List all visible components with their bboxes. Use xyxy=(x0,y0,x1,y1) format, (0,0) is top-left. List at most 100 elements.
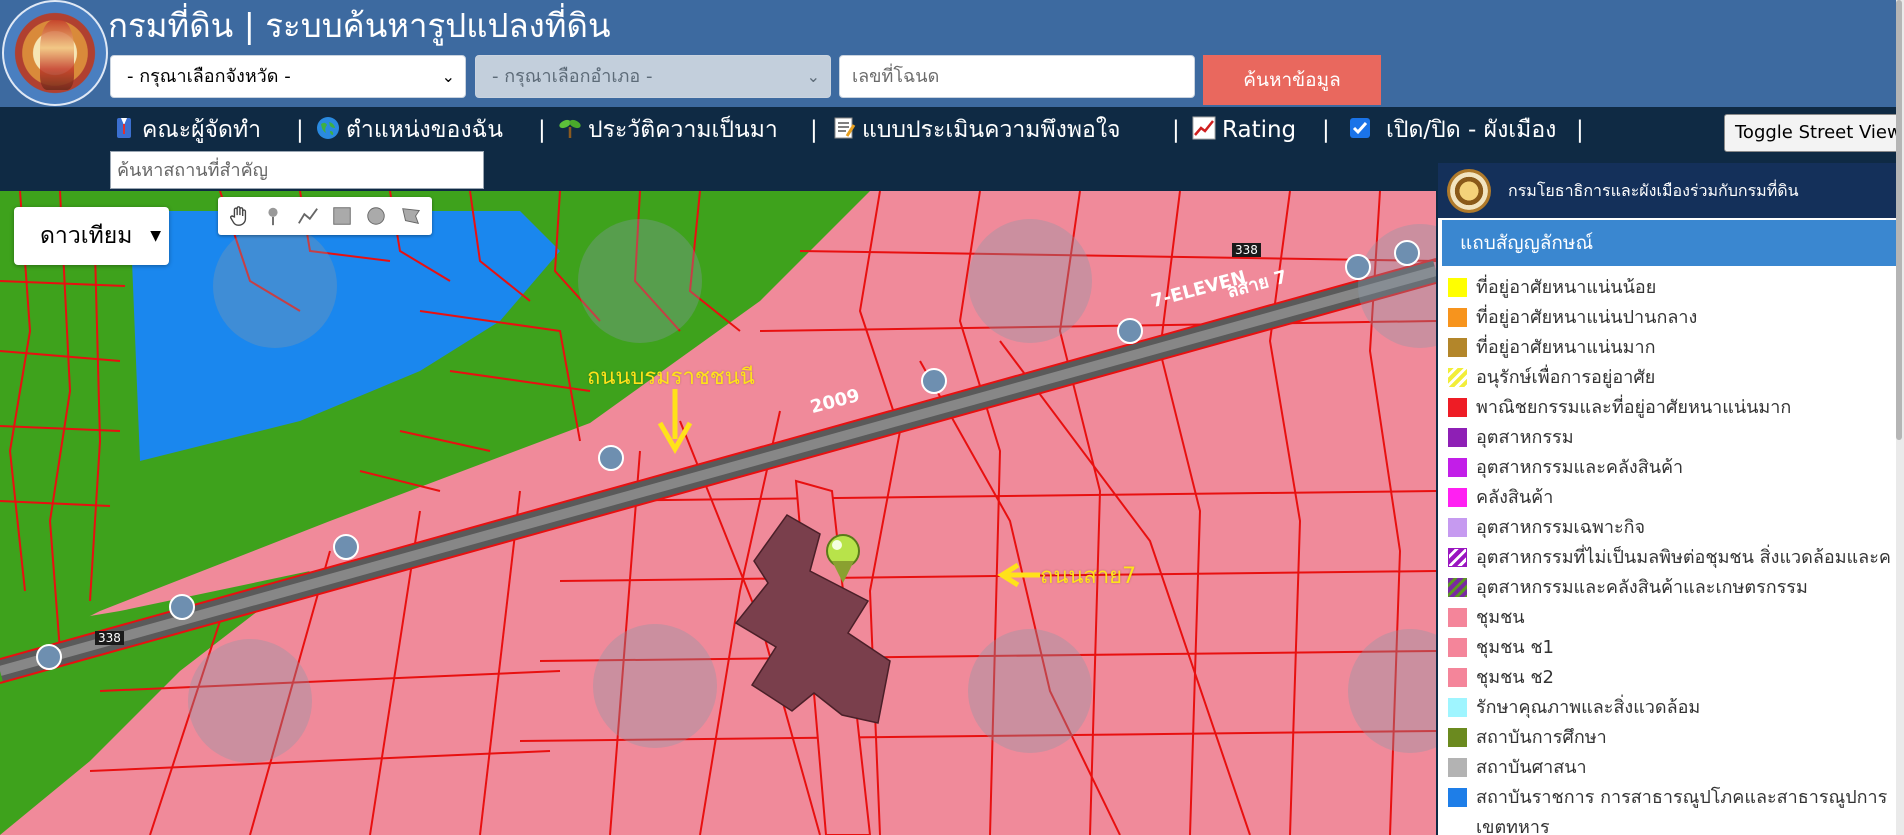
nav-item-label: ประวัติความเป็นมา xyxy=(588,117,778,143)
legend-item: อุตสาหกรรมและคลังสินค้า xyxy=(1438,453,1904,483)
annotation-road-main: ถนนบรมราชชนนี xyxy=(587,365,755,390)
legend-list: ที่อยู่อาศัยหนาแน่นน้อยที่อยู่อาศัยหนาแน… xyxy=(1438,273,1904,835)
sprout-icon xyxy=(559,119,581,138)
legend-item: สถาบันการศึกษา xyxy=(1438,723,1904,753)
rectangle-icon[interactable] xyxy=(327,201,357,231)
map-layer-select-value: ดาวเทียม xyxy=(40,223,133,249)
nav-item-satisfaction-survey[interactable]: แบบประเมินความพึงพอใจ xyxy=(832,113,1121,147)
nav-item-label: แบบประเมินความพึงพอใจ xyxy=(862,117,1121,143)
globe-icon xyxy=(317,117,339,139)
legend-swatch xyxy=(1448,788,1467,807)
nav-separator: | xyxy=(1576,117,1584,143)
marker-icon[interactable] xyxy=(258,201,288,231)
legend-swatch xyxy=(1448,458,1467,477)
polygon-icon[interactable] xyxy=(396,201,426,231)
legend-label: สถาบันศาสนา xyxy=(1476,757,1587,778)
legend-label: อุตสาหกรรมและคลังสินค้าและเกษตรกรรม xyxy=(1476,577,1808,598)
org-name: กรมโยธาธิการและผังเมืองร่วมกับกรมที่ดิน xyxy=(1508,181,1799,200)
nav-separator: | xyxy=(1172,117,1180,143)
legend-swatch xyxy=(1448,728,1467,747)
nav-item-history[interactable]: ประวัติความเป็นมา xyxy=(558,113,778,147)
hand-icon[interactable] xyxy=(224,201,254,231)
map-layer-select[interactable]: ดาวเทียม ▼ xyxy=(14,207,169,265)
circle-icon[interactable] xyxy=(361,201,391,231)
chart-icon xyxy=(1192,116,1216,140)
legend-swatch xyxy=(1448,668,1467,687)
nav-separator: | xyxy=(810,117,818,143)
nav-separator: | xyxy=(296,117,304,143)
nav-item-label: คณะผู้จัดทำ xyxy=(142,117,262,143)
nav-item-my-location[interactable]: ตำแหน่งของฉัน xyxy=(316,113,503,147)
chevron-down-icon: ⌄ xyxy=(441,67,455,86)
toggle-street-view-button[interactable]: Toggle Street View xyxy=(1724,114,1904,152)
legend-item: คลังสินค้า xyxy=(1438,483,1904,513)
legend-item: อุตสาหกรรมที่ไม่เป็นมลพิษต่อชุมชน สิ่งแว… xyxy=(1438,543,1904,573)
caret-down-icon: ▼ xyxy=(150,228,161,244)
legend-label: ที่อยู่อาศัยหนาแน่นมาก xyxy=(1476,337,1656,358)
legend-label: พาณิชยกรรมและที่อยู่อาศัยหนาแน่นมาก xyxy=(1476,397,1792,418)
legend-label: สถาบันราชการ การสาธารณูปโภคและสาธารณูปกา… xyxy=(1476,787,1888,808)
org-seal-logo xyxy=(1447,169,1491,213)
legend-label: ชุมชน ช1 xyxy=(1476,637,1554,658)
search-button[interactable]: ค้นหาข้อมูล xyxy=(1203,55,1381,105)
legend-label: ชุมชน xyxy=(1476,607,1525,628)
deed-number-input[interactable] xyxy=(839,55,1195,98)
legend-item: สถาบันราชการ การสาธารณูปโภคและสาธารณูปกา… xyxy=(1438,783,1904,813)
map-canvas[interactable]: ถนนบรมราชชนนี ถนนสาย7 7-ELEVEN 338 338 2… xyxy=(0,191,1436,835)
app-header: กรมที่ดิน | ระบบค้นหารูปแปลงที่ดิน - กรุ… xyxy=(0,0,1904,107)
legend-swatch xyxy=(1448,578,1467,597)
polyline-icon[interactable] xyxy=(293,201,323,231)
legend-label: รักษาคุณภาพและสิ่งแวดล้อม xyxy=(1476,697,1701,718)
memo-icon xyxy=(834,117,856,139)
legend-swatch xyxy=(1448,758,1467,777)
legend-item: ชุมชน xyxy=(1438,603,1904,633)
legend-item: อนุรักษ์เพื่อการอยู่อาศัย xyxy=(1438,363,1904,393)
province-select-value: - กรุณาเลือกจังหวัด - xyxy=(127,66,291,87)
legend-swatch xyxy=(1448,398,1467,417)
legend-swatch xyxy=(1448,638,1467,657)
legend-label: อุตสาหกรรมและคลังสินค้า xyxy=(1476,457,1684,478)
legend-item: ชุมชน ช2 xyxy=(1438,663,1904,693)
legend-item: เขตทหาร xyxy=(1438,813,1904,835)
legend-item: อุตสาหกรรมเฉพาะกิจ xyxy=(1438,513,1904,543)
district-select[interactable]: - กรุณาเลือกอำเภอ - ⌄ xyxy=(475,55,831,98)
legend-item: อุตสาหกรรมและคลังสินค้าและเกษตรกรรม xyxy=(1438,573,1904,603)
checkbox-checked-icon[interactable] xyxy=(1348,116,1372,140)
legend-item: สถาบันศาสนา xyxy=(1438,753,1904,783)
legend-item: ชุมชน ช1 xyxy=(1438,633,1904,663)
nav-separator: | xyxy=(1322,117,1330,143)
province-select[interactable]: - กรุณาเลือกจังหวัด - ⌄ xyxy=(110,55,466,98)
legend-swatch xyxy=(1448,518,1467,537)
landmark-search-input[interactable] xyxy=(110,151,484,189)
road-sign-338-west: 338 xyxy=(95,631,124,645)
legend-item: ที่อยู่อาศัยหนาแน่นมาก xyxy=(1438,333,1904,363)
legend-swatch xyxy=(1448,428,1467,447)
city-plan-toggle[interactable]: เปิด/ปิด - ผังเมือง xyxy=(1348,113,1556,147)
legend-label: คลังสินค้า xyxy=(1476,487,1554,508)
nav-item-rating[interactable]: Rating xyxy=(1192,113,1296,147)
legend-label: อนุรักษ์เพื่อการอยู่อาศัย xyxy=(1476,367,1656,388)
legend-swatch xyxy=(1448,548,1467,567)
legend-item: รักษาคุณภาพและสิ่งแวดล้อม xyxy=(1438,693,1904,723)
legend-label: สถาบันการศึกษา xyxy=(1476,727,1607,748)
page-scrollbar[interactable] xyxy=(1896,0,1904,835)
legend-item: ที่อยู่อาศัยหนาแน่นน้อย xyxy=(1438,273,1904,303)
legend-org-header: กรมโยธาธิการและผังเมืองร่วมกับกรมที่ดิน xyxy=(1438,163,1904,218)
draw-toolbar xyxy=(218,197,432,235)
nav-item-team[interactable]: คณะผู้จัดทำ xyxy=(112,113,261,147)
legend-label: ที่อยู่อาศัยหนาแน่นน้อย xyxy=(1476,277,1657,298)
legend-swatch xyxy=(1448,338,1467,357)
nav-item-label: ตำแหน่งของฉัน xyxy=(346,117,503,143)
legend-swatch xyxy=(1448,608,1467,627)
chevron-down-icon: ⌄ xyxy=(806,67,820,86)
legend-item: ที่อยู่อาศัยหนาแน่นปานกลาง xyxy=(1438,303,1904,333)
legend-item: พาณิชยกรรมและที่อยู่อาศัยหนาแน่นมาก xyxy=(1438,393,1904,423)
legend-label: ที่อยู่อาศัยหนาแน่นปานกลาง xyxy=(1476,307,1698,328)
nav-separator: | xyxy=(538,117,546,143)
legend-label: ชุมชน ช2 xyxy=(1476,667,1554,688)
legend-item: อุตสาหกรรม xyxy=(1438,423,1904,453)
scrollbar-thumb[interactable] xyxy=(1896,0,1902,440)
legend-swatch xyxy=(1448,488,1467,507)
legend-label: อุตสาหกรรมที่ไม่เป็นมลพิษต่อชุมชน สิ่งแว… xyxy=(1476,547,1891,568)
legend-swatch xyxy=(1448,698,1467,717)
